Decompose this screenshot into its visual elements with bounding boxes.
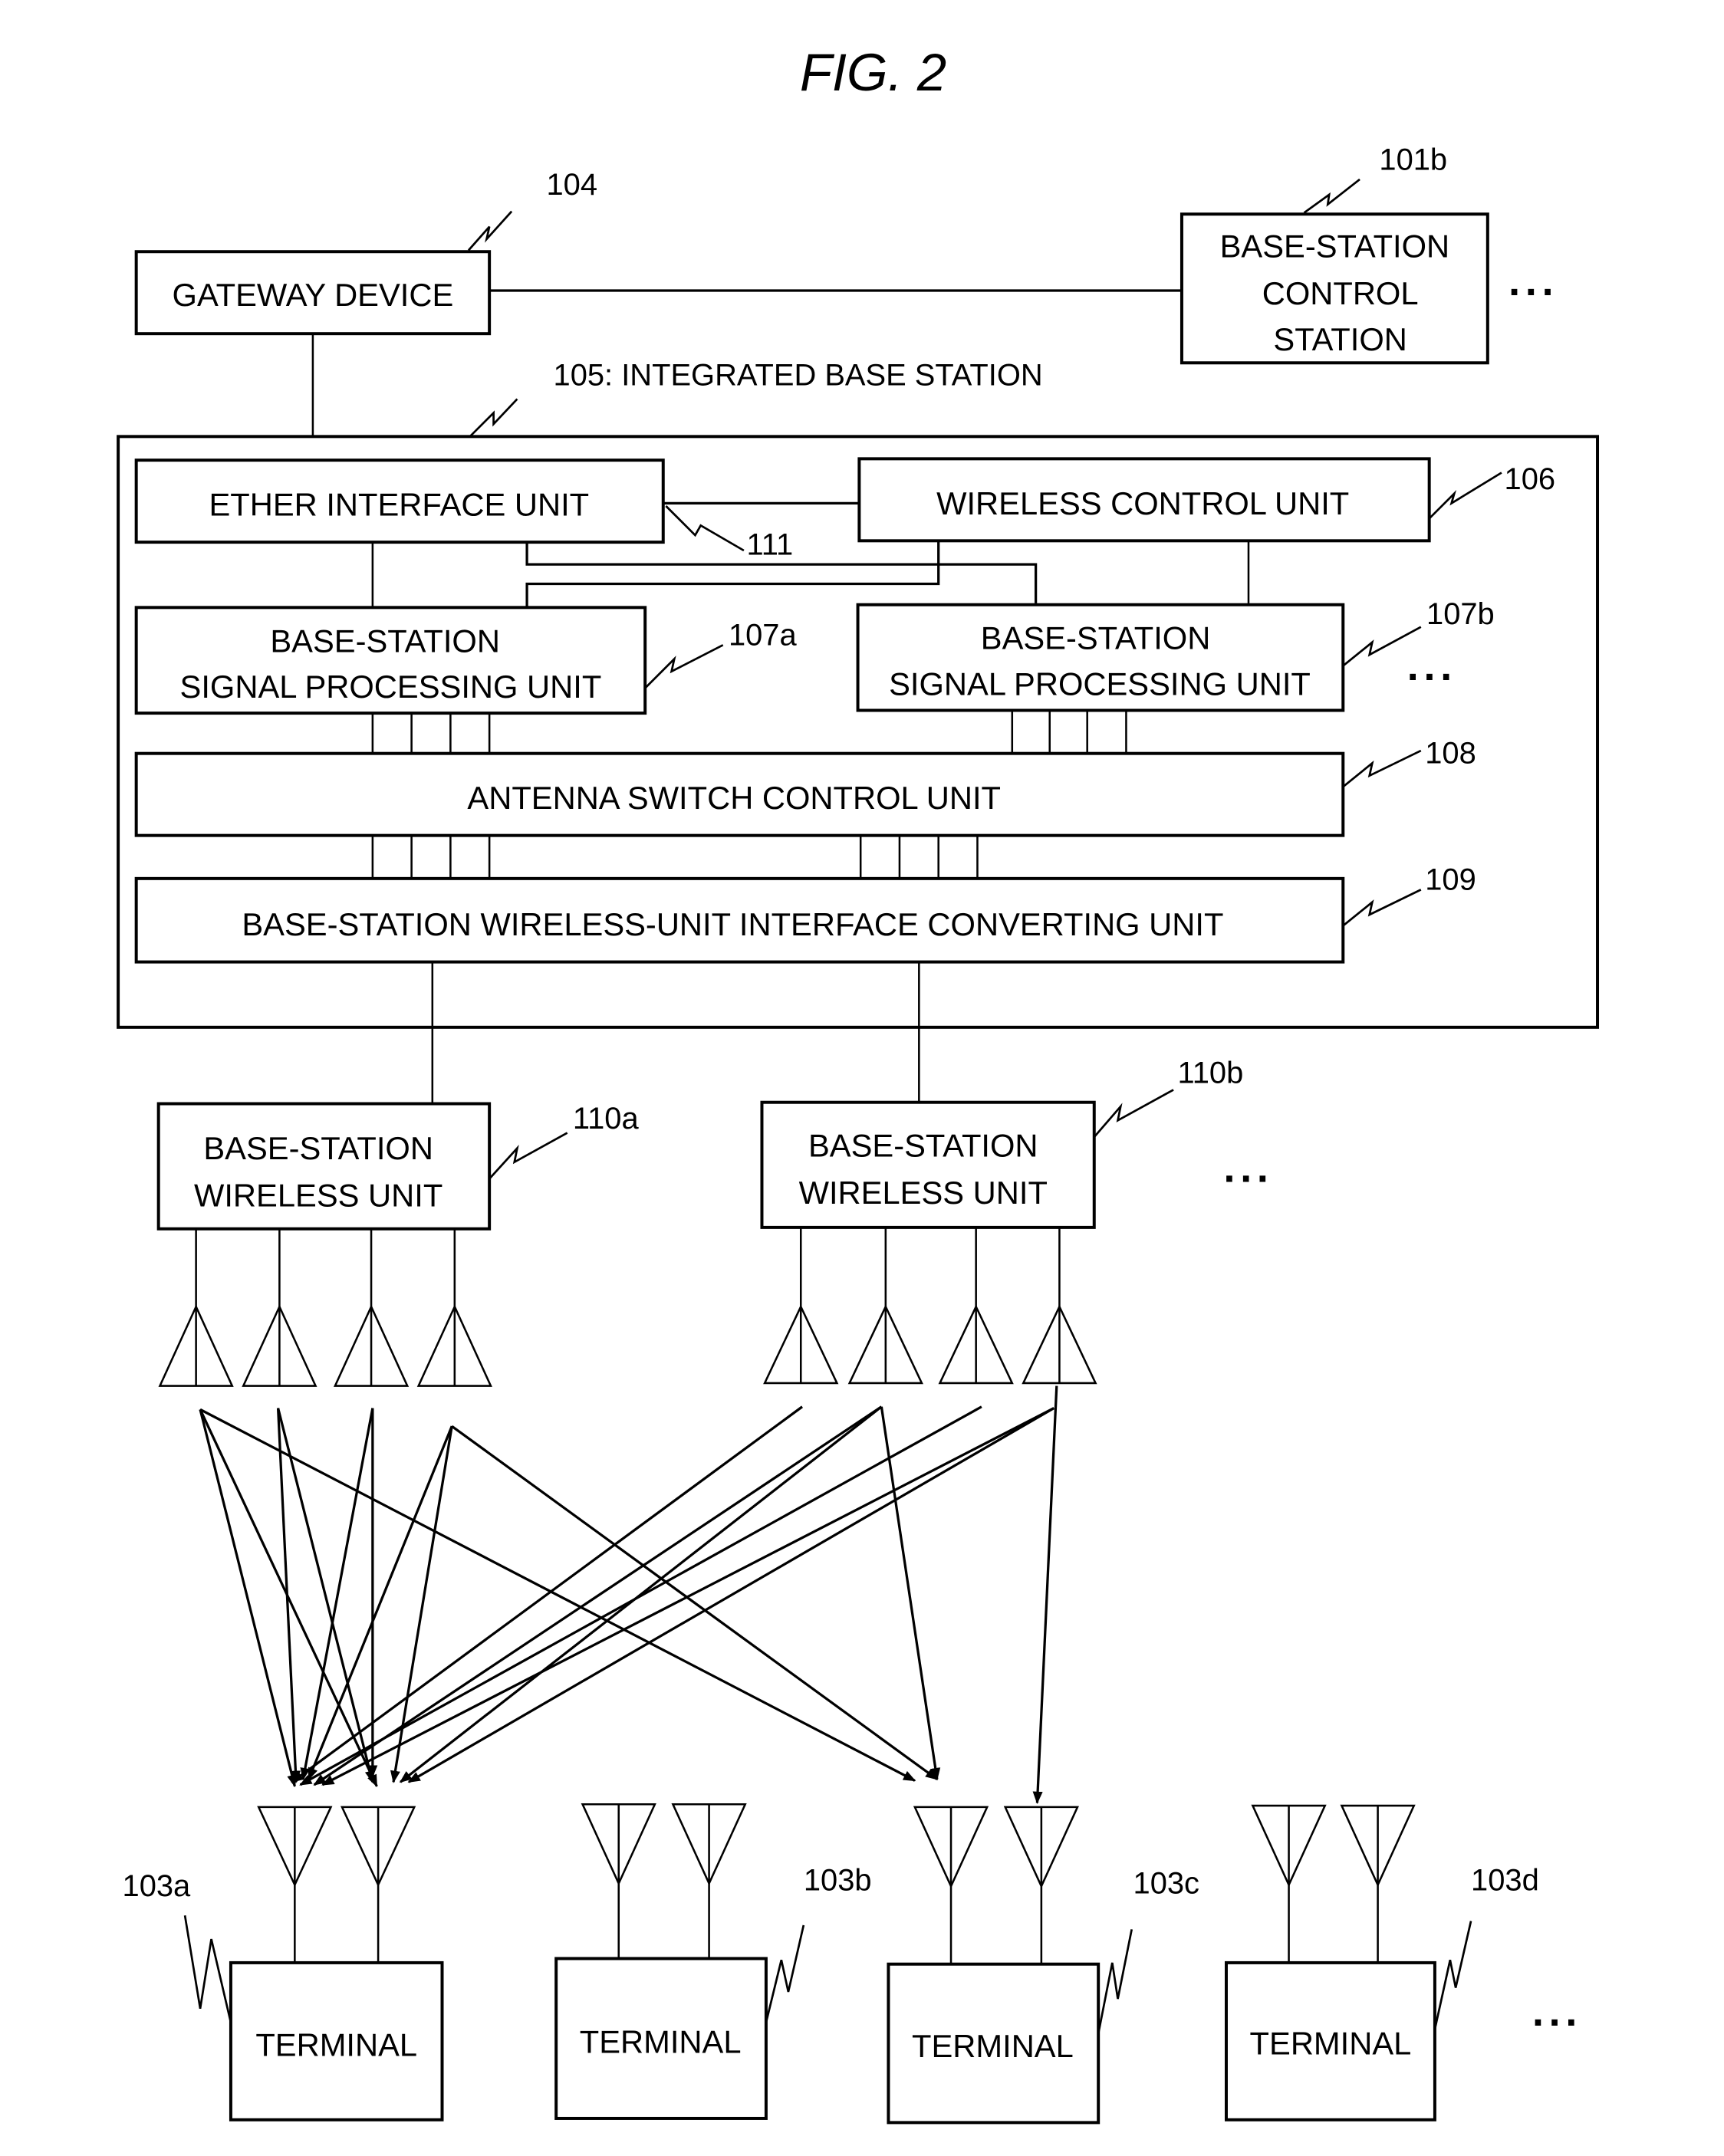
signal-unit-b-ref: 107b	[1426, 597, 1495, 631]
terminal-a-label: TERMINAL	[255, 2026, 417, 2062]
antenna-switch-label: ANTENNA SWITCH CONTROL UNIT	[467, 780, 1001, 816]
antenna-icon	[416, 1228, 492, 1387]
wireless-unit-b-ref: 110b	[1178, 1056, 1244, 1090]
gateway-ref-leader	[467, 210, 513, 251]
radio-link-arrow	[199, 1408, 378, 1788]
control-station-line-1: BASE-STATION	[1220, 228, 1450, 264]
antenna-icon	[1022, 1227, 1097, 1385]
radio-link-arrow	[299, 1405, 982, 1786]
terminal-d-ref-leader	[1433, 1921, 1472, 2030]
ether-interface-label: ETHER INTERFACE UNIT	[209, 487, 589, 523]
radio-link-arrow	[291, 1405, 804, 1783]
terminal-a-ref: 103a	[123, 1869, 192, 1903]
signal-processing-unit-a: BASE-STATION SIGNAL PROCESSING UNIT	[134, 606, 647, 715]
integrated-base-station-leader	[469, 398, 518, 438]
control-station-more: ···	[1508, 268, 1558, 315]
antenna-icon	[333, 1228, 410, 1387]
terminal-d-ref: 103d	[1471, 1864, 1539, 1898]
terminal-d: TERMINAL	[1224, 1804, 1436, 2121]
signal-unit-a-line-1: BASE-STATION	[270, 623, 500, 659]
integrated-base-station-diagram: FIG. 2 GATEWAY DEVICE 104 BASE-STATION C…	[117, 43, 1600, 2125]
radio-links	[199, 1385, 1058, 1805]
base-station-control-station: BASE-STATION CONTROL STATION	[1179, 212, 1489, 365]
terminal-d-label: TERMINAL	[1250, 2026, 1412, 2062]
wireless-unit-b: BASE-STATION WIRELESS UNIT	[760, 1100, 1096, 1229]
gateway-device-label: GATEWAY DEVICE	[173, 277, 454, 313]
terminal-a-ref-leader	[183, 1915, 232, 2023]
wireless-unit-b-line-2: WIRELESS UNIT	[799, 1175, 1048, 1211]
wireless-unit-b-ref-leader	[1093, 1089, 1174, 1138]
antenna-icon	[938, 1227, 1014, 1385]
terminal-c: TERMINAL	[887, 1806, 1101, 2125]
antenna-icon	[242, 1228, 317, 1387]
terminal-b: TERMINAL	[554, 1803, 768, 2120]
wireless-unit-a-antennas	[158, 1228, 492, 1387]
radio-link-arrow	[1032, 1385, 1058, 1805]
interface-converter-label: BASE-STATION WIRELESS-UNIT INTERFACE CON…	[242, 906, 1223, 942]
radio-link-arrow	[321, 1407, 1054, 1786]
signal-unit-a-line-2: SIGNAL PROCESSING UNIT	[180, 669, 602, 705]
terminal-b-ref-leader	[765, 1924, 805, 2023]
radio-link-arrow	[313, 1405, 883, 1786]
ether-interface-unit: ETHER INTERFACE UNIT	[134, 458, 665, 544]
wireless-unit-a-ref-leader	[489, 1132, 568, 1180]
interface-converting-unit: BASE-STATION WIRELESS-UNIT INTERFACE CON…	[134, 876, 1345, 964]
antenna-icon	[847, 1227, 923, 1385]
signal-unit-a-ref: 107a	[729, 618, 798, 652]
terminal-c-ref-leader	[1097, 1929, 1133, 2034]
terminal-b-label: TERMINAL	[580, 2024, 742, 2060]
signal-processing-unit-b: BASE-STATION SIGNAL PROCESSING UNIT	[856, 603, 1345, 712]
radio-link-arrow	[880, 1406, 941, 1781]
signal-unit-b-line-2: SIGNAL PROCESSING UNIT	[889, 666, 1311, 702]
radio-link-arrow	[307, 1425, 453, 1781]
wireless-unit-a-ref: 110a	[573, 1102, 640, 1136]
control-station-line-2: CONTROL	[1262, 275, 1419, 311]
radio-link-arrow	[300, 1408, 374, 1781]
wireless-unit-b-antennas	[763, 1227, 1097, 1385]
signal-units-more: ···	[1407, 653, 1457, 700]
control-station-ref-leader	[1303, 178, 1360, 214]
link-ref: 111	[747, 527, 794, 561]
terminal-c-ref: 103c	[1133, 1866, 1199, 1900]
integrated-base-station-label: 105: INTEGRATED BASE STATION	[554, 358, 1043, 392]
antenna-switch-ref: 108	[1425, 736, 1476, 770]
wireless-control-label: WIRELESS CONTROL UNIT	[936, 485, 1349, 521]
control-station-line-3: STATION	[1273, 321, 1407, 357]
terminal-a: TERMINAL	[229, 1806, 444, 2121]
wireless-control-unit: WIRELESS CONTROL UNIT	[857, 457, 1431, 543]
signal-unit-b-line-1: BASE-STATION	[981, 620, 1211, 656]
wireless-units-more: ···	[1223, 1155, 1273, 1202]
wireless-control-ref: 106	[1505, 462, 1556, 496]
antenna-switch-control-unit: ANTENNA SWITCH CONTROL UNIT	[134, 751, 1345, 837]
terminals-more: ···	[1532, 1999, 1582, 2046]
gateway-ref: 104	[546, 168, 597, 202]
antenna-icon	[158, 1228, 234, 1387]
terminal-b-ref: 103b	[804, 1864, 872, 1898]
interface-converter-ref: 109	[1425, 863, 1476, 896]
wireless-unit-a-line-2: WIRELESS UNIT	[194, 1178, 443, 1214]
wireless-unit-b-line-1: BASE-STATION	[808, 1127, 1038, 1163]
gateway-device: GATEWAY DEVICE	[134, 250, 492, 336]
wireless-unit-a-line-1: BASE-STATION	[203, 1130, 433, 1166]
wireless-unit-a: BASE-STATION WIRELESS UNIT	[156, 1102, 492, 1231]
radio-link-arrow	[451, 1425, 939, 1780]
figure-title: FIG. 2	[800, 43, 946, 102]
antenna-icon	[763, 1227, 839, 1385]
terminal-c-label: TERMINAL	[912, 2028, 1074, 2064]
control-station-ref: 101b	[1379, 143, 1447, 176]
